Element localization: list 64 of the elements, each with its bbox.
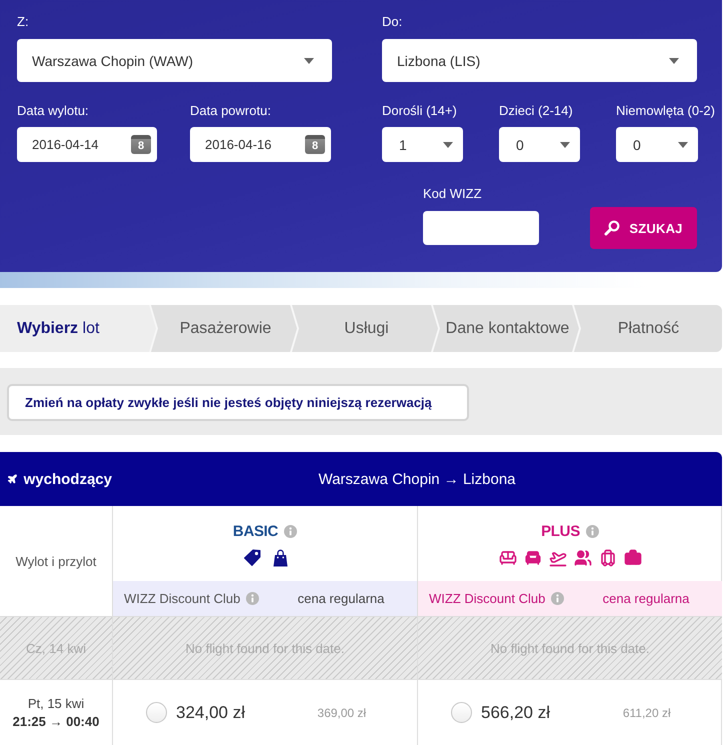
step-tab[interactable]: Usługi <box>299 305 440 352</box>
date-field[interactable]: 2016-04-14 8 <box>17 127 157 162</box>
step-tab[interactable]: Płatność <box>581 305 722 352</box>
tag-icon <box>242 549 260 567</box>
fare-radio[interactable] <box>146 702 167 723</box>
people-icon <box>574 549 592 567</box>
field-label: Dzieci (2-14) <box>499 103 573 119</box>
passenger-count-select[interactable]: 0 <box>616 127 698 162</box>
briefcase-icon <box>624 549 642 567</box>
field-label: Z: <box>17 14 29 30</box>
date-field[interactable]: 2016-04-16 8 <box>190 127 331 162</box>
date-cell: Cz, 14 kwi <box>0 617 112 680</box>
plane-takeoff-icon <box>548 549 566 567</box>
origin-select[interactable]: Warszawa Chopin (WAW) <box>17 39 332 82</box>
field-label: Data powrotu: <box>190 103 271 119</box>
field-label: Niemowlęta (0-2) <box>616 103 715 119</box>
calendar-icon[interactable]: 8 <box>305 135 325 154</box>
discount-club-label: WIZZ Discount Club <box>124 591 240 606</box>
suitcase-icon <box>598 549 616 567</box>
step-tab[interactable]: Pasażerowie <box>158 305 299 352</box>
passenger-count-select[interactable]: 1 <box>382 127 463 162</box>
date-value: 2016-04-16 <box>205 137 272 152</box>
step-tab[interactable]: Dane kontaktowe <box>440 305 581 352</box>
regular-fares-button[interactable]: Zmień na opłaty zwykłe jeśli nie jesteś objęty niniejszą rezerwacją <box>7 384 469 421</box>
caret-icon <box>669 58 679 64</box>
caret-icon <box>304 58 314 64</box>
info-icon[interactable] <box>284 525 298 538</box>
regular-price: 611,20 zł <box>622 706 671 720</box>
caret-icon <box>678 142 688 148</box>
search-icon <box>604 220 620 236</box>
no-flight-cell: No flight found for this date. <box>417 617 722 680</box>
shopping-bag-icon <box>272 549 288 567</box>
flight-times: 21:25 → 00:40 <box>12 714 100 729</box>
no-flight-cell: No flight found for this date. <box>112 617 417 680</box>
info-icon[interactable] <box>246 592 260 605</box>
field-label: Kod WIZZ <box>423 186 482 202</box>
search-button[interactable]: SZUKAJ <box>590 207 697 249</box>
direction-label: wychodzący <box>24 470 112 488</box>
destination-select[interactable]: Lizbona (LIS) <box>382 39 697 82</box>
caret-icon <box>560 142 570 148</box>
armchair-icon <box>524 549 542 567</box>
route-label: Warszawa Chopin → Lizbona <box>317 470 517 488</box>
field-label: Do: <box>382 14 402 30</box>
regular-price: 369,00 zł <box>317 706 366 720</box>
date-value: 2016-04-14 <box>32 137 98 152</box>
step-tab[interactable]: Wybierz lot <box>0 305 158 352</box>
field-label: Dorośli (14+) <box>382 103 457 119</box>
caret-icon <box>443 142 453 148</box>
fare-name: BASIC <box>232 523 278 540</box>
regular-price-label: cena regularna <box>296 591 386 606</box>
fare-radio[interactable] <box>451 702 472 723</box>
fare-name: PLUS <box>541 523 580 540</box>
field-label: Data wylotu: <box>17 103 89 119</box>
calendar-icon[interactable]: 8 <box>131 135 151 154</box>
passenger-count-select[interactable]: 0 <box>499 127 580 162</box>
discount-price: 566,20 zł <box>481 702 550 722</box>
info-icon[interactable] <box>586 525 599 538</box>
info-icon[interactable] <box>551 592 564 605</box>
discount-price: 324,00 zł <box>176 702 245 722</box>
discount-club-label: WIZZ Discount Club <box>429 591 546 606</box>
flight-date: Pt, 15 kwi <box>28 696 84 711</box>
sofa-icon <box>498 549 516 567</box>
promo-code-input[interactable] <box>423 211 539 245</box>
regular-price-label: cena regularna <box>602 591 690 606</box>
